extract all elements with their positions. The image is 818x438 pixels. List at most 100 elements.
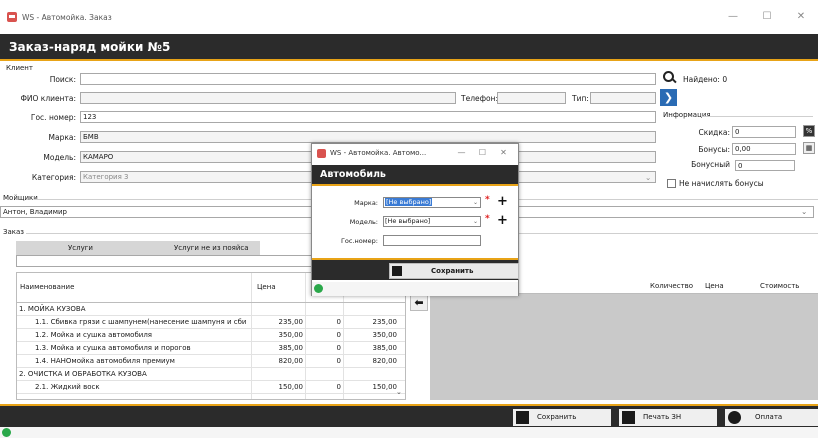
cell-price: 150,00 — [278, 383, 304, 391]
search-icon[interactable] — [663, 71, 675, 83]
dialog-heading: Автомобиль — [320, 169, 386, 180]
col-right-price[interactable]: Цена — [705, 282, 724, 290]
cell-qty: 0 — [336, 344, 341, 352]
dollar-icon — [728, 411, 741, 424]
dialog-brand-label: Марка: — [354, 199, 378, 207]
dialog-model-select[interactable]: [Не выбрано] ⌄ — [383, 216, 481, 227]
move-left-button[interactable]: ⬅ — [410, 295, 428, 311]
cell-total: 820,00 — [372, 357, 398, 365]
dialog-plate-field[interactable] — [383, 235, 481, 246]
cell-name: 1.2. Мойка и сушка автомобиля — [35, 331, 153, 339]
minimize-icon[interactable]: — — [451, 144, 472, 162]
save-button[interactable]: Сохранить — [513, 409, 611, 426]
cell-name: 2. ОЧИСТКА И ОБРАБОТКА КУЗОВА — [19, 370, 147, 378]
footer-bar: Сохранить Печать ЗН Оплата — [0, 404, 818, 427]
page-header: Заказ-наряд мойки №5 — [0, 34, 818, 61]
fio-label: ФИО клиента: — [20, 94, 76, 103]
dialog-title-bar: WS - Автомойка. Автомо... — ☐ ✕ — [312, 144, 518, 162]
washers-label: Мойщики — [3, 194, 38, 202]
dialog-model-label: Модель: — [349, 218, 378, 226]
tab-services[interactable]: Услуги — [68, 241, 93, 255]
add-brand-button[interactable]: + — [497, 195, 508, 208]
print-button[interactable]: Печать ЗН — [619, 409, 717, 426]
col-price[interactable]: Цена — [257, 283, 276, 291]
table-row[interactable]: 1.3. Мойка и сушка автомобиля и порогов 3… — [17, 343, 405, 355]
dialog-title: WS - Автомойка. Автомо... — [330, 149, 427, 157]
category-label: Категория: — [31, 173, 76, 182]
table-row[interactable]: 1.4. НАНОмойка автомобиля премиум 820,00 0… — [17, 356, 405, 368]
search-label: Поиск: — [49, 75, 76, 84]
printer-icon — [622, 411, 635, 424]
col-qty[interactable]: Количество — [650, 282, 693, 290]
cell-name: 2.1. Жидкий воск — [35, 383, 100, 391]
table-row[interactable]: 2. ОЧИСТКА И ОБРАБОТКА КУЗОВА — [17, 369, 405, 381]
scroll-down-icon[interactable]: ⌄ — [396, 388, 404, 396]
app-icon — [317, 148, 326, 158]
dialog-footer: Сохранить — [312, 258, 519, 280]
page-title: Заказ-наряд мойки №5 — [9, 40, 171, 54]
cell-qty: 0 — [336, 383, 341, 391]
order-tabbar: Услуги Услуги не из пояйса — [16, 241, 260, 255]
maximize-icon[interactable]: ☐ — [750, 0, 784, 34]
brand-field[interactable]: БМВ — [80, 131, 656, 143]
info-divider — [701, 116, 813, 117]
search-input[interactable] — [80, 73, 656, 85]
vehicle-dialog: WS - Автомойка. Автомо... — ☐ ✕ Автомоби… — [311, 143, 519, 296]
fio-field[interactable] — [80, 92, 456, 104]
status-bar — [0, 427, 818, 438]
type-field[interactable] — [590, 92, 656, 104]
window-title: WS - Автомойка. Заказ — [22, 12, 112, 22]
cell-total: 385,00 — [372, 344, 398, 352]
required-icon: * — [485, 214, 490, 224]
ok-status-icon — [314, 284, 323, 293]
phone-field[interactable] — [497, 92, 566, 104]
chevron-down-icon: ⌄ — [472, 218, 478, 225]
info-title: Информация — [663, 111, 711, 119]
cell-name: 1.3. Мойка и сушка автомобиля и порогов — [35, 344, 191, 352]
cell-total: 235,00 — [372, 318, 398, 326]
bonuses-field[interactable]: 0,00 — [732, 143, 796, 155]
chevron-down-icon: ⌄ — [472, 199, 478, 206]
percent-button[interactable]: % — [803, 125, 815, 137]
window-title-bar: WS - Автомойка. Заказ — ☐ ✕ — [0, 0, 818, 34]
calendar-icon[interactable]: ▦ — [803, 142, 815, 154]
cell-qty: 0 — [336, 318, 341, 326]
plate-label: Гос. номер: — [30, 113, 76, 122]
add-model-button[interactable]: + — [497, 214, 508, 227]
bonus-field[interactable]: 0 — [735, 160, 795, 171]
minimize-icon[interactable]: — — [716, 0, 750, 34]
discount-label: Скидка: — [698, 128, 730, 137]
bonuses-label: Бонусы: — [698, 145, 730, 154]
table-row[interactable]: 1.1. Сбивка грязи с шампунем(нанесение ш… — [17, 317, 405, 329]
close-icon[interactable]: ✕ — [493, 144, 514, 162]
pay-button[interactable]: Оплата — [725, 409, 818, 426]
table-row[interactable]: 2.1. Жидкий воск 150,00 0 150,00 — [17, 382, 405, 394]
required-icon: * — [485, 195, 490, 205]
brand-label: Марка: — [48, 133, 76, 142]
plate-field[interactable]: 123 — [80, 111, 656, 123]
dialog-save-button[interactable]: Сохранить — [389, 263, 519, 279]
app-icon — [7, 12, 17, 22]
selected-services-pane — [430, 294, 818, 400]
cell-qty: 0 — [336, 331, 341, 339]
dialog-brand-select[interactable]: [Не выбрано] ⌄ — [383, 197, 481, 208]
cell-name: 1.4. НАНОмойка автомобиля премиум — [35, 357, 175, 365]
table-row[interactable]: 1. МОЙКА КУЗОВА — [17, 304, 405, 316]
chevron-down-icon[interactable]: ⌄ — [645, 173, 651, 182]
close-icon[interactable]: ✕ — [784, 0, 818, 34]
maximize-icon[interactable]: ☐ — [472, 144, 493, 162]
table-row[interactable]: 1.2. Мойка и сушка автомобиля 350,00 0 350,… — [17, 330, 405, 342]
washers-chevron-icon[interactable]: ⌄ — [801, 207, 807, 216]
dialog-status-bar — [312, 282, 518, 296]
open-client-button[interactable]: ❯ — [660, 89, 677, 106]
col-total[interactable]: Стоимость — [760, 282, 799, 290]
discount-field[interactable]: 0 — [732, 126, 796, 138]
dialog-header: Автомобиль — [312, 165, 518, 186]
no-bonus-checkbox[interactable] — [667, 179, 676, 188]
model-label: Модель: — [43, 153, 76, 162]
cell-price: 235,00 — [278, 318, 304, 326]
cell-total: 150,00 — [372, 383, 398, 391]
col-name[interactable]: Наименование — [20, 283, 74, 291]
tab-custom-services[interactable]: Услуги не из пояйса — [174, 241, 249, 255]
cell-name: 1.1. Сбивка грязи с шампунем(нанесение ш… — [35, 318, 247, 326]
